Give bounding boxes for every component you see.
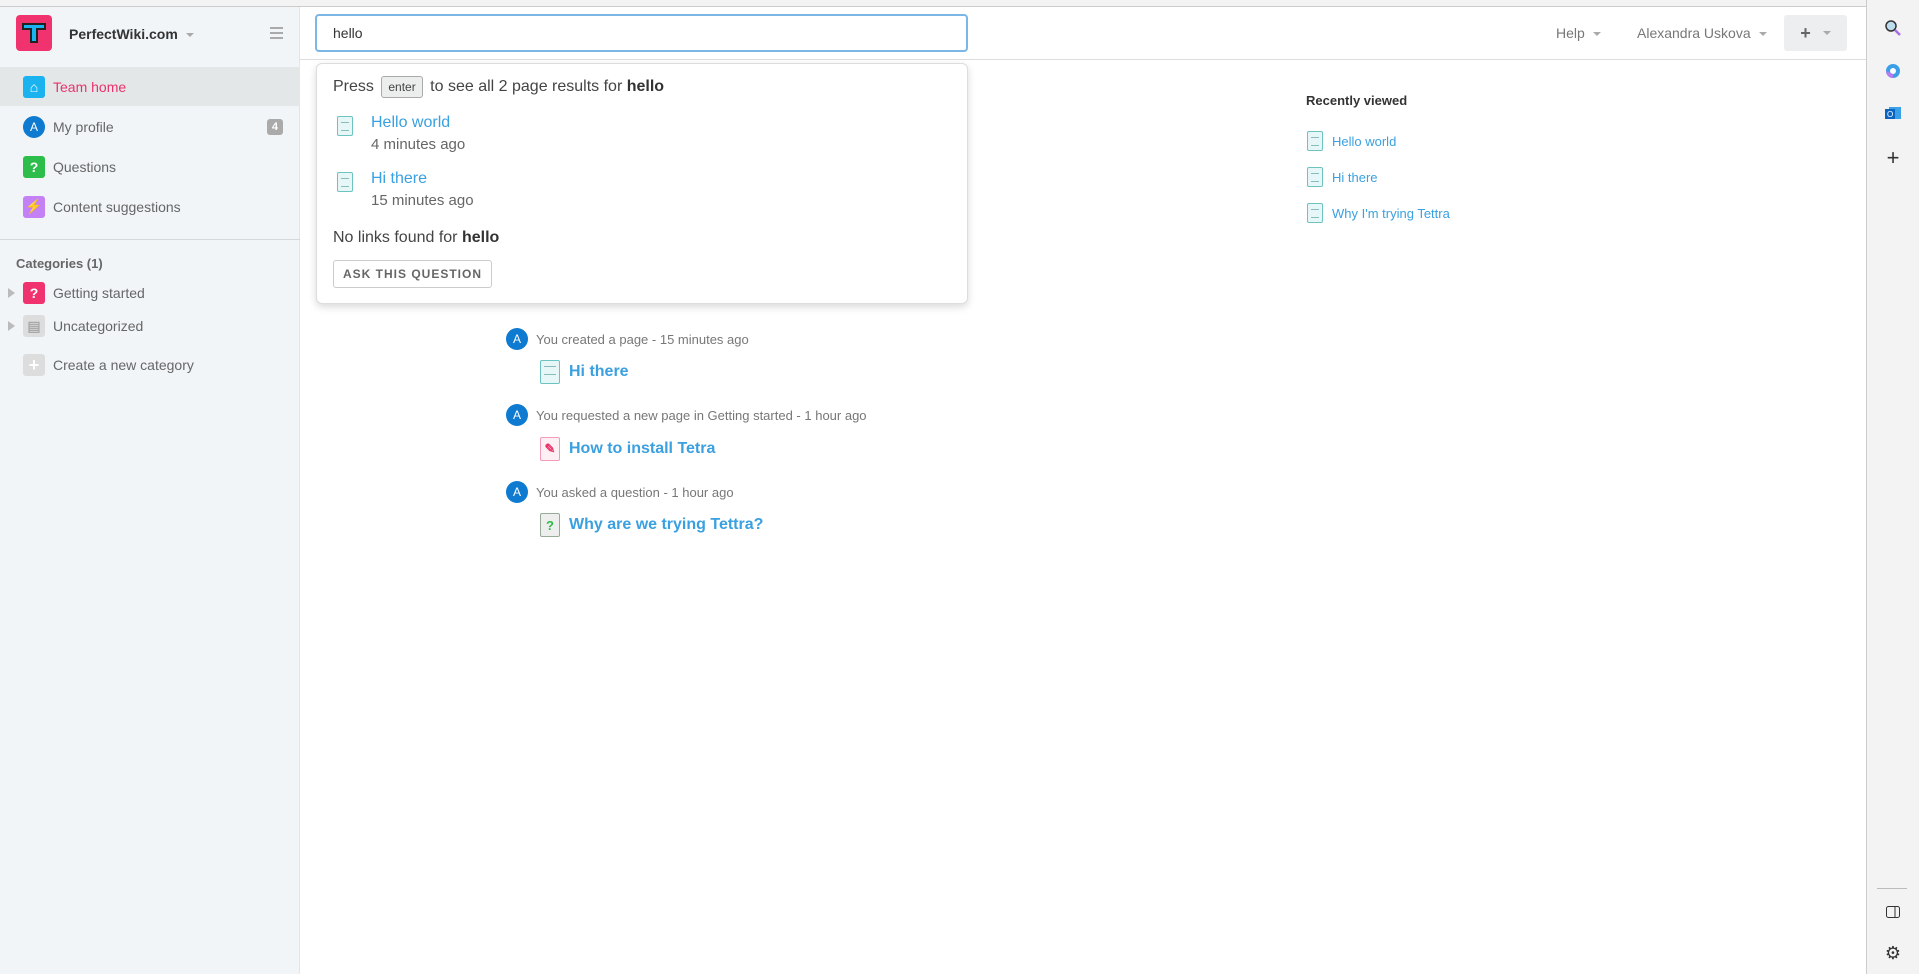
copilot-icon[interactable]: [1879, 57, 1907, 85]
sidebar-item-label: Content suggestions: [53, 198, 181, 215]
page-icon: [337, 116, 353, 136]
query-text: hello: [461, 229, 500, 246]
sidebar-toggle-icon[interactable]: [1879, 898, 1907, 926]
search-hint: Press enter to see all 2 page results fo…: [333, 76, 664, 98]
recently-viewed-heading: Recently viewed: [1306, 93, 1408, 108]
search-result[interactable]: Hi there 15 minutes ago: [337, 170, 474, 209]
category-getting-started[interactable]: ? Getting started: [0, 277, 300, 309]
page-icon: [1307, 167, 1323, 187]
sidebar-item-label: Team home: [53, 78, 127, 95]
page-icon: [1307, 131, 1323, 151]
svg-text:O: O: [1887, 110, 1893, 119]
user-name: Alexandra Uskova: [1637, 25, 1751, 41]
document-icon: ▤: [23, 315, 45, 337]
count-badge: 4: [266, 118, 283, 135]
sidebar-item-team-home[interactable]: ⌂ Team home: [0, 67, 300, 106]
sidebar: PerfectWiki.com ⌂ Team home A My profile…: [0, 7, 300, 974]
chevron-down-icon: [1592, 32, 1601, 37]
gear-icon[interactable]: ⚙: [1879, 939, 1907, 967]
pencil-icon: ✎: [540, 437, 560, 461]
browser-top-strip: [0, 0, 1866, 7]
result-time: 4 minutes ago: [371, 136, 466, 153]
page-icon: [540, 360, 560, 384]
expand-arrow-icon[interactable]: [8, 288, 15, 298]
home-icon: ⌂: [23, 75, 45, 98]
recent-item[interactable]: Why I'm trying Tettra: [1307, 203, 1450, 223]
user-menu[interactable]: Alexandra Uskova: [1637, 25, 1767, 41]
category-label: Getting started: [53, 285, 145, 301]
search-input[interactable]: [315, 14, 968, 52]
chevron-down-icon: [1758, 32, 1767, 37]
workspace-name: PerfectWiki.com: [69, 26, 178, 42]
page-icon: [337, 172, 353, 192]
search-icon[interactable]: [1879, 14, 1907, 42]
search-result[interactable]: Hello world 4 minutes ago: [337, 114, 465, 153]
help-label: Help: [1556, 25, 1585, 41]
create-category-button[interactable]: + Create a new category: [0, 349, 300, 381]
avatar: A: [506, 481, 528, 503]
sidebar-item-label: Questions: [53, 158, 117, 175]
plus-icon: +: [1800, 22, 1811, 43]
activity-link[interactable]: ? Why are we trying Tettra?: [540, 513, 763, 537]
avatar: A: [23, 115, 45, 138]
enter-key: enter: [381, 76, 423, 98]
page-link[interactable]: Hi there: [569, 363, 629, 381]
search-dropdown: Press enter to see all 2 page results fo…: [316, 63, 968, 304]
avatar: A: [506, 328, 528, 350]
create-category-label: Create a new category: [53, 357, 194, 373]
add-icon[interactable]: +: [1879, 144, 1907, 172]
recent-link[interactable]: Hello world: [1332, 134, 1396, 149]
recent-link[interactable]: Hi there: [1332, 170, 1378, 185]
recent-item[interactable]: Hi there: [1307, 167, 1378, 187]
category-label: Uncategorized: [53, 318, 144, 334]
activity-item: A You asked a question - 1 hour ago: [506, 481, 734, 503]
question-icon: ?: [23, 282, 45, 304]
activity-text: You asked a question - 1 hour ago: [536, 484, 734, 500]
page-icon: [1307, 203, 1323, 223]
divider: [1877, 888, 1907, 889]
menu-icon[interactable]: [270, 27, 283, 39]
expand-arrow-icon[interactable]: [8, 321, 15, 331]
question-icon: ?: [23, 155, 45, 178]
hint-text: to see all 2 page results for: [430, 78, 623, 95]
chevron-down-icon: [1822, 31, 1831, 35]
ask-question-button[interactable]: ASK THIS QUESTION: [333, 260, 493, 288]
sidebar-item-content-suggestions[interactable]: ⚡ Content suggestions: [0, 187, 300, 226]
outlook-icon[interactable]: O: [1879, 99, 1907, 127]
activity-item: A You requested a new page in Getting sta…: [506, 404, 867, 426]
create-button[interactable]: +: [1784, 15, 1847, 51]
category-uncategorized[interactable]: ▤ Uncategorized: [0, 310, 300, 342]
logo[interactable]: [16, 15, 52, 51]
lightning-icon: ⚡: [23, 195, 45, 218]
recent-item[interactable]: Hello world: [1307, 131, 1396, 151]
avatar: A: [506, 404, 528, 426]
sidebar-item-label: My profile: [53, 118, 114, 135]
categories-heading: Categories (1): [16, 256, 103, 271]
result-link[interactable]: Hi there: [371, 170, 474, 188]
activity-link[interactable]: Hi there: [540, 360, 629, 384]
page-link[interactable]: How to install Tetra: [569, 440, 715, 458]
no-links-message: No links found for hello: [333, 229, 499, 247]
sidebar-item-questions[interactable]: ? Questions: [0, 147, 300, 186]
page-link[interactable]: Why are we trying Tettra?: [569, 516, 763, 534]
chevron-down-icon: [185, 33, 194, 38]
no-links-text: No links found for: [333, 229, 458, 246]
sidebar-item-my-profile[interactable]: A My profile 4: [0, 107, 300, 146]
browser-side-panel: O + ⚙: [1866, 0, 1919, 974]
activity-text: You requested a new page in Getting star…: [536, 407, 867, 423]
help-menu[interactable]: Help: [1556, 25, 1601, 41]
question-icon: ?: [540, 513, 560, 537]
activity-text: You created a page - 15 minutes ago: [536, 331, 749, 347]
query-text: hello: [626, 78, 665, 95]
result-time: 15 minutes ago: [371, 192, 474, 209]
workspace-switcher[interactable]: PerfectWiki.com: [69, 26, 194, 42]
divider: [0, 239, 300, 240]
result-link[interactable]: Hello world: [371, 114, 465, 132]
hint-text: Press: [333, 78, 374, 95]
plus-icon: +: [23, 354, 45, 376]
activity-item: A You created a page - 15 minutes ago: [506, 328, 749, 350]
activity-link[interactable]: ✎ How to install Tetra: [540, 437, 715, 461]
recent-link[interactable]: Why I'm trying Tettra: [1332, 206, 1450, 221]
